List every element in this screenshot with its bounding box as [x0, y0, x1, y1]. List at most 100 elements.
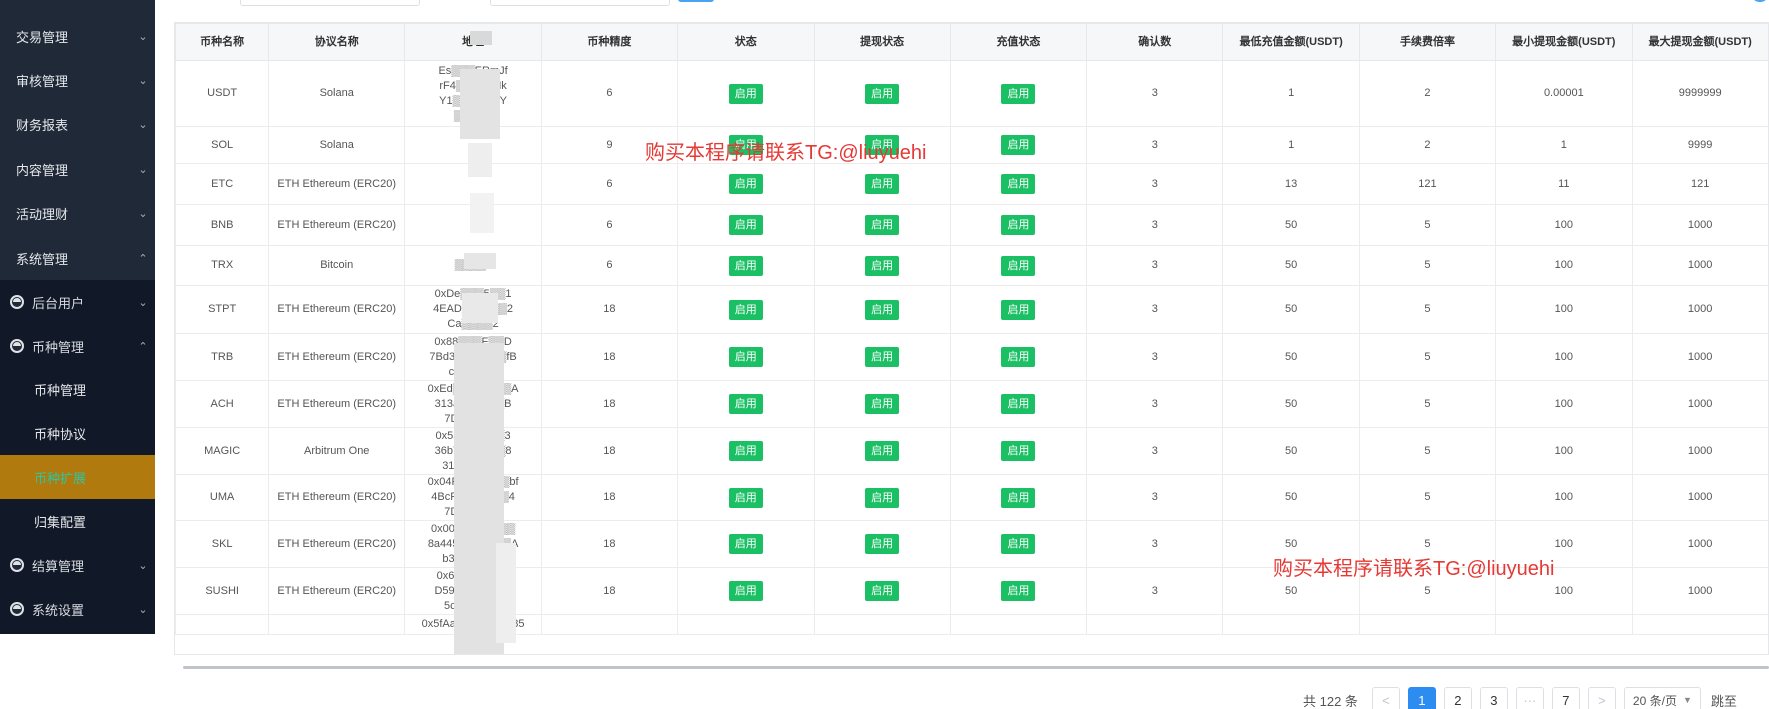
- status-cell: 启用: [676, 474, 815, 521]
- status-badge[interactable]: 启用: [865, 255, 900, 276]
- sidebar-item-admin-users[interactable]: 后台用户 ⌄: [0, 280, 155, 324]
- status-badge[interactable]: 启用: [1001, 347, 1036, 367]
- filter-input[interactable]: [490, 0, 670, 6]
- status-badge[interactable]: 启用: [865, 174, 900, 194]
- confirm-count-cell: 3: [1086, 380, 1224, 428]
- sidebar-item-label: 币种扩展: [34, 470, 87, 486]
- status-badge[interactable]: 启用: [728, 255, 763, 276]
- status-badge[interactable]: 启用: [865, 215, 900, 235]
- sidebar-item-content[interactable]: 内容管理 ⌄: [0, 147, 155, 191]
- prev-page-button[interactable]: <: [1371, 687, 1400, 709]
- confirm-count-cell: 3: [1086, 427, 1224, 475]
- status-badge[interactable]: 启用: [728, 174, 763, 194]
- sidebar-item-label: 财务报表: [16, 117, 69, 133]
- status-badge[interactable]: 启用: [865, 441, 900, 461]
- coin-table-grid: 币种名称 协议名称 地址 币种精度 状态 提现状态 充值状态 确认数 最低充值金…: [175, 23, 1768, 635]
- status-badge[interactable]: 启用: [728, 83, 763, 104]
- sidebar-item-trade[interactable]: 交易管理 ⌄: [0, 14, 155, 58]
- column-header[interactable]: 地址: [404, 23, 542, 61]
- precision-cell: 6: [541, 60, 678, 127]
- status-cell: 启用: [676, 427, 815, 475]
- column-header[interactable]: 充值状态: [949, 23, 1088, 61]
- status-badge[interactable]: 启用: [728, 534, 763, 554]
- column-header[interactable]: 最小提现金额(USDT): [1494, 23, 1633, 61]
- status-badge[interactable]: 启用: [865, 534, 900, 554]
- page-size-select[interactable]: 20 条/页 ▼: [1623, 687, 1701, 709]
- sidebar-item-system[interactable]: 系统管理 ⌃: [0, 236, 155, 280]
- column-header[interactable]: 最大提现金额(USDT): [1631, 23, 1768, 61]
- sidebar-item-settings[interactable]: 系统设置 ⌄: [0, 587, 155, 631]
- status-badge[interactable]: 启用: [1001, 215, 1036, 235]
- status-badge[interactable]: 启用: [728, 347, 763, 367]
- status-badge[interactable]: 启用: [728, 299, 763, 320]
- sidebar-item-label: 系统设置: [32, 602, 85, 618]
- precision-cell: 6: [541, 163, 678, 205]
- confirm-count-cell: 3: [1086, 333, 1224, 381]
- sidebar-item-coin-list[interactable]: 币种管理: [0, 367, 155, 411]
- search-button[interactable]: [678, 0, 714, 2]
- status-badge[interactable]: 启用: [728, 394, 763, 414]
- status-badge[interactable]: 启用: [865, 299, 900, 320]
- column-header[interactable]: 最低充值金额(USDT): [1222, 23, 1361, 61]
- address-line: 7D▒▒▒▒31: [444, 412, 502, 425]
- coin-name-cell: ETC: [175, 163, 270, 205]
- status-badge[interactable]: 启用: [865, 83, 900, 104]
- next-page-button[interactable]: >: [1587, 687, 1616, 709]
- status-badge[interactable]: 启用: [1001, 174, 1036, 194]
- status-badge[interactable]: 启用: [1001, 581, 1036, 601]
- precision-cell: 18: [541, 285, 678, 334]
- page-button-2[interactable]: 2: [1443, 687, 1472, 709]
- min-deposit-cell: 1: [1222, 60, 1361, 127]
- sidebar-item-coin-extension[interactable]: 币种扩展: [0, 455, 155, 499]
- sidebar-item-collect-config[interactable]: 归集配置: [0, 499, 155, 543]
- status-badge[interactable]: 启用: [865, 394, 900, 414]
- status-badge[interactable]: 启用: [1001, 255, 1036, 276]
- column-header[interactable]: 提现状态: [813, 23, 951, 61]
- status-badge[interactable]: 启用: [728, 487, 763, 508]
- page-ellipsis[interactable]: ···: [1515, 687, 1544, 709]
- sidebar-item-activity[interactable]: 活动理财 ⌄: [0, 191, 155, 235]
- column-header[interactable]: 状态: [676, 23, 815, 61]
- sidebar-item-coin-protocol[interactable]: 币种协议: [0, 411, 155, 455]
- column-header[interactable]: 币种名称: [175, 23, 270, 61]
- protocol-cell: ETH Ethereum (ERC20): [268, 520, 406, 568]
- page-button-3[interactable]: 3: [1479, 687, 1508, 709]
- coin-name-cell: SOL: [175, 126, 270, 164]
- page-button-7[interactable]: 7: [1551, 687, 1580, 709]
- column-header[interactable]: 币种精度: [541, 23, 678, 61]
- status-badge[interactable]: 启用: [865, 487, 900, 508]
- status-badge[interactable]: 启用: [1001, 394, 1036, 414]
- action-button[interactable]: [1750, 0, 1769, 2]
- address-cell: [404, 204, 542, 246]
- status-badge[interactable]: 启用: [1001, 441, 1036, 461]
- status-badge[interactable]: 启用: [865, 347, 900, 367]
- coin-name-cell: STPT: [175, 285, 270, 334]
- status-badge[interactable]: 启用: [865, 581, 900, 601]
- status-badge[interactable]: 启用: [728, 215, 763, 235]
- column-header[interactable]: 手续费倍率: [1359, 23, 1496, 61]
- min-withdraw-cell: 100: [1494, 333, 1633, 381]
- page-button-1[interactable]: 1: [1407, 687, 1436, 709]
- sidebar-item-coin-mgmt[interactable]: 币种管理 ⌃: [0, 324, 155, 368]
- max-withdraw-cell: 1000: [1631, 427, 1768, 475]
- status-badge[interactable]: 启用: [1001, 534, 1036, 554]
- address-line: Ca▒▒▒▒2: [447, 318, 499, 330]
- status-badge[interactable]: 启用: [728, 441, 763, 461]
- chevron-down-icon: ⌄: [138, 296, 148, 309]
- sidebar-item-audit[interactable]: 审核管理 ⌄: [0, 58, 155, 102]
- status-badge[interactable]: 启用: [728, 581, 763, 601]
- status-badge[interactable]: 启用: [1001, 487, 1036, 508]
- status-badge[interactable]: 启用: [1001, 299, 1036, 320]
- filter-input[interactable]: [240, 0, 420, 6]
- status-badge[interactable]: 启用: [1001, 83, 1036, 104]
- address-cell: 0x53▒▒▒d▒▒3 36b7▒▒▒A▒▒8 319▒▒▒▒50: [404, 427, 542, 475]
- horizontal-scrollbar[interactable]: [183, 666, 1769, 669]
- sidebar-item-finance[interactable]: 财务报表 ⌄: [0, 102, 155, 146]
- sidebar: 交易管理 ⌄ 审核管理 ⌄ 财务报表 ⌄ 内容管理 ⌄ 活动理财 ⌄ 系统管理 ⌃ 后台用户…: [0, 0, 155, 634]
- column-header[interactable]: 确认数: [1086, 23, 1224, 61]
- max-withdraw-cell: 1000: [1631, 285, 1768, 334]
- confirm-count-cell: 3: [1086, 204, 1224, 246]
- status-badge[interactable]: 启用: [1001, 135, 1036, 155]
- sidebar-item-settlement[interactable]: 结算管理 ⌄: [0, 543, 155, 587]
- column-header[interactable]: 协议名称: [268, 23, 406, 61]
